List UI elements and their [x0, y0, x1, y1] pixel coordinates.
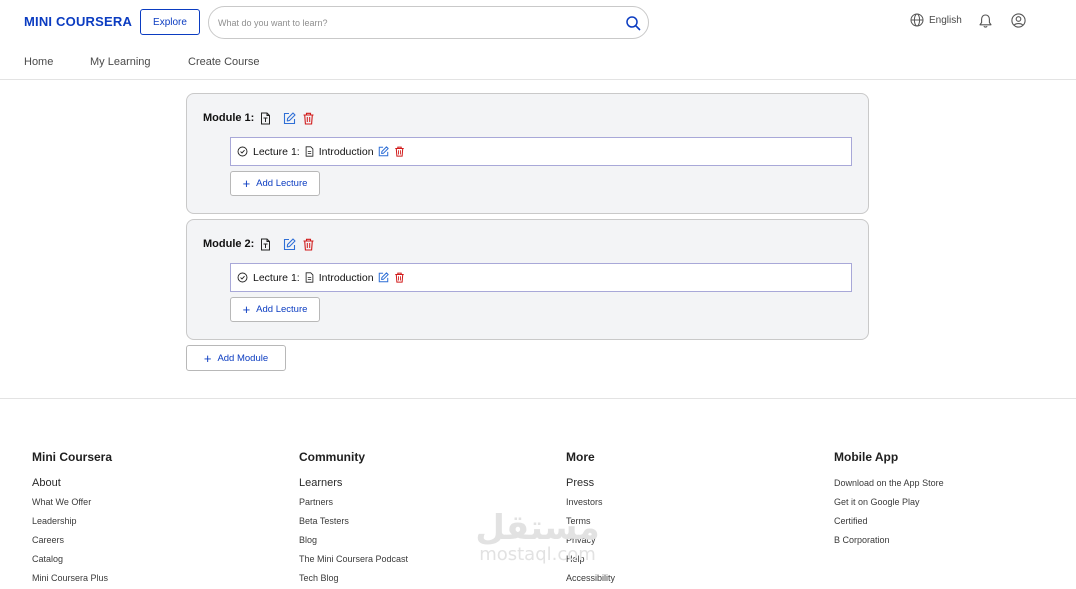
plus-icon: +	[242, 302, 251, 317]
bell-icon[interactable]	[978, 13, 993, 29]
language-selector[interactable]: English	[910, 13, 962, 27]
user-circle-icon[interactable]	[1011, 13, 1026, 28]
trash-icon[interactable]	[302, 112, 315, 125]
file-text-icon	[261, 112, 271, 124]
search-bar	[208, 6, 649, 39]
footer-link[interactable]: Leadership	[32, 516, 272, 535]
explore-button[interactable]: Explore	[140, 9, 200, 35]
footer-link[interactable]: About	[32, 478, 272, 497]
nav-create-course[interactable]: Create Course	[188, 56, 260, 68]
module-card: Module 1: Lecture 1: Introduction + Add …	[186, 93, 869, 214]
add-lecture-button[interactable]: + Add Lecture	[230, 297, 320, 322]
footer-link[interactable]: Careers	[32, 535, 272, 554]
add-module-label: Add Module	[217, 352, 269, 364]
footer-link[interactable]: What We Offer	[32, 497, 272, 516]
footer-heading: Mini Coursera	[32, 450, 113, 464]
footer-link[interactable]: Certified	[834, 516, 1074, 535]
nav-my-learning[interactable]: My Learning	[90, 56, 151, 68]
module-title: Module 2:	[203, 238, 255, 250]
nav-home[interactable]: Home	[24, 56, 53, 68]
file-icon	[305, 272, 314, 283]
module-header: Module 2:	[203, 237, 315, 251]
footer-link[interactable]: Catalog	[32, 554, 272, 573]
watermark-latin: mostaql.com	[479, 544, 596, 565]
watermark-arabic: مستقل	[475, 508, 600, 548]
file-text-icon	[261, 238, 271, 250]
footer-heading: More	[566, 450, 595, 464]
footer-link[interactable]: Mini Coursera Plus	[32, 573, 272, 589]
add-lecture-button[interactable]: + Add Lecture	[230, 171, 320, 196]
edit-icon[interactable]	[283, 111, 296, 125]
lecture-name: Introduction	[318, 145, 374, 158]
trash-icon[interactable]	[394, 146, 405, 157]
edit-icon[interactable]	[378, 146, 389, 157]
footer-link[interactable]: B Corporation	[834, 535, 1074, 554]
top-header: MINI COURSERA Explore English	[0, 0, 1076, 44]
add-lecture-label: Add Lecture	[256, 304, 308, 315]
language-label: English	[929, 14, 962, 26]
footer-heading: Mobile App	[834, 450, 899, 464]
plus-icon: +	[242, 176, 251, 191]
trash-icon[interactable]	[302, 238, 315, 251]
logo[interactable]: MINI COURSERA	[24, 14, 132, 29]
footer-heading: Community	[299, 450, 365, 464]
footer-link[interactable]: Press	[566, 478, 806, 497]
globe-icon	[910, 13, 924, 27]
footer-link[interactable]: Download on the App Store	[834, 478, 1074, 497]
footer-link[interactable]: Accessibility	[566, 573, 806, 589]
file-icon	[305, 146, 314, 157]
lecture-name: Introduction	[318, 271, 374, 284]
edit-icon[interactable]	[378, 272, 389, 283]
lecture-label: Lecture 1:	[253, 145, 300, 158]
lecture-label: Lecture 1:	[253, 271, 300, 284]
check-circle-icon	[237, 272, 248, 283]
main-nav: Home My Learning Create Course	[0, 44, 1076, 80]
add-module-button[interactable]: + Add Module	[186, 345, 286, 371]
trash-icon[interactable]	[394, 272, 405, 283]
footer-column-mobile-app: Mobile App Download on the App Store Get…	[834, 450, 1074, 554]
plus-icon: +	[203, 350, 212, 366]
search-input[interactable]	[218, 15, 608, 31]
edit-icon[interactable]	[283, 237, 296, 251]
module-card: Module 2: Lecture 1: Introduction + Add …	[186, 219, 869, 340]
search-icon[interactable]	[625, 15, 641, 31]
check-circle-icon	[237, 146, 248, 157]
footer-link[interactable]: Get it on Google Play	[834, 497, 1074, 516]
module-title: Module 1:	[203, 112, 255, 124]
footer-link[interactable]: Tech Blog	[299, 573, 539, 589]
lecture-row: Lecture 1: Introduction	[230, 137, 852, 166]
footer-divider	[0, 398, 1076, 399]
module-header: Module 1:	[203, 111, 315, 125]
footer-link[interactable]: Learners	[299, 478, 539, 497]
lecture-row: Lecture 1: Introduction	[230, 263, 852, 292]
watermark: مستقل mostaql.com	[470, 510, 605, 564]
footer-column-mini-coursera: Mini Coursera About What We Offer Leader…	[32, 450, 272, 589]
add-lecture-label: Add Lecture	[256, 178, 308, 189]
